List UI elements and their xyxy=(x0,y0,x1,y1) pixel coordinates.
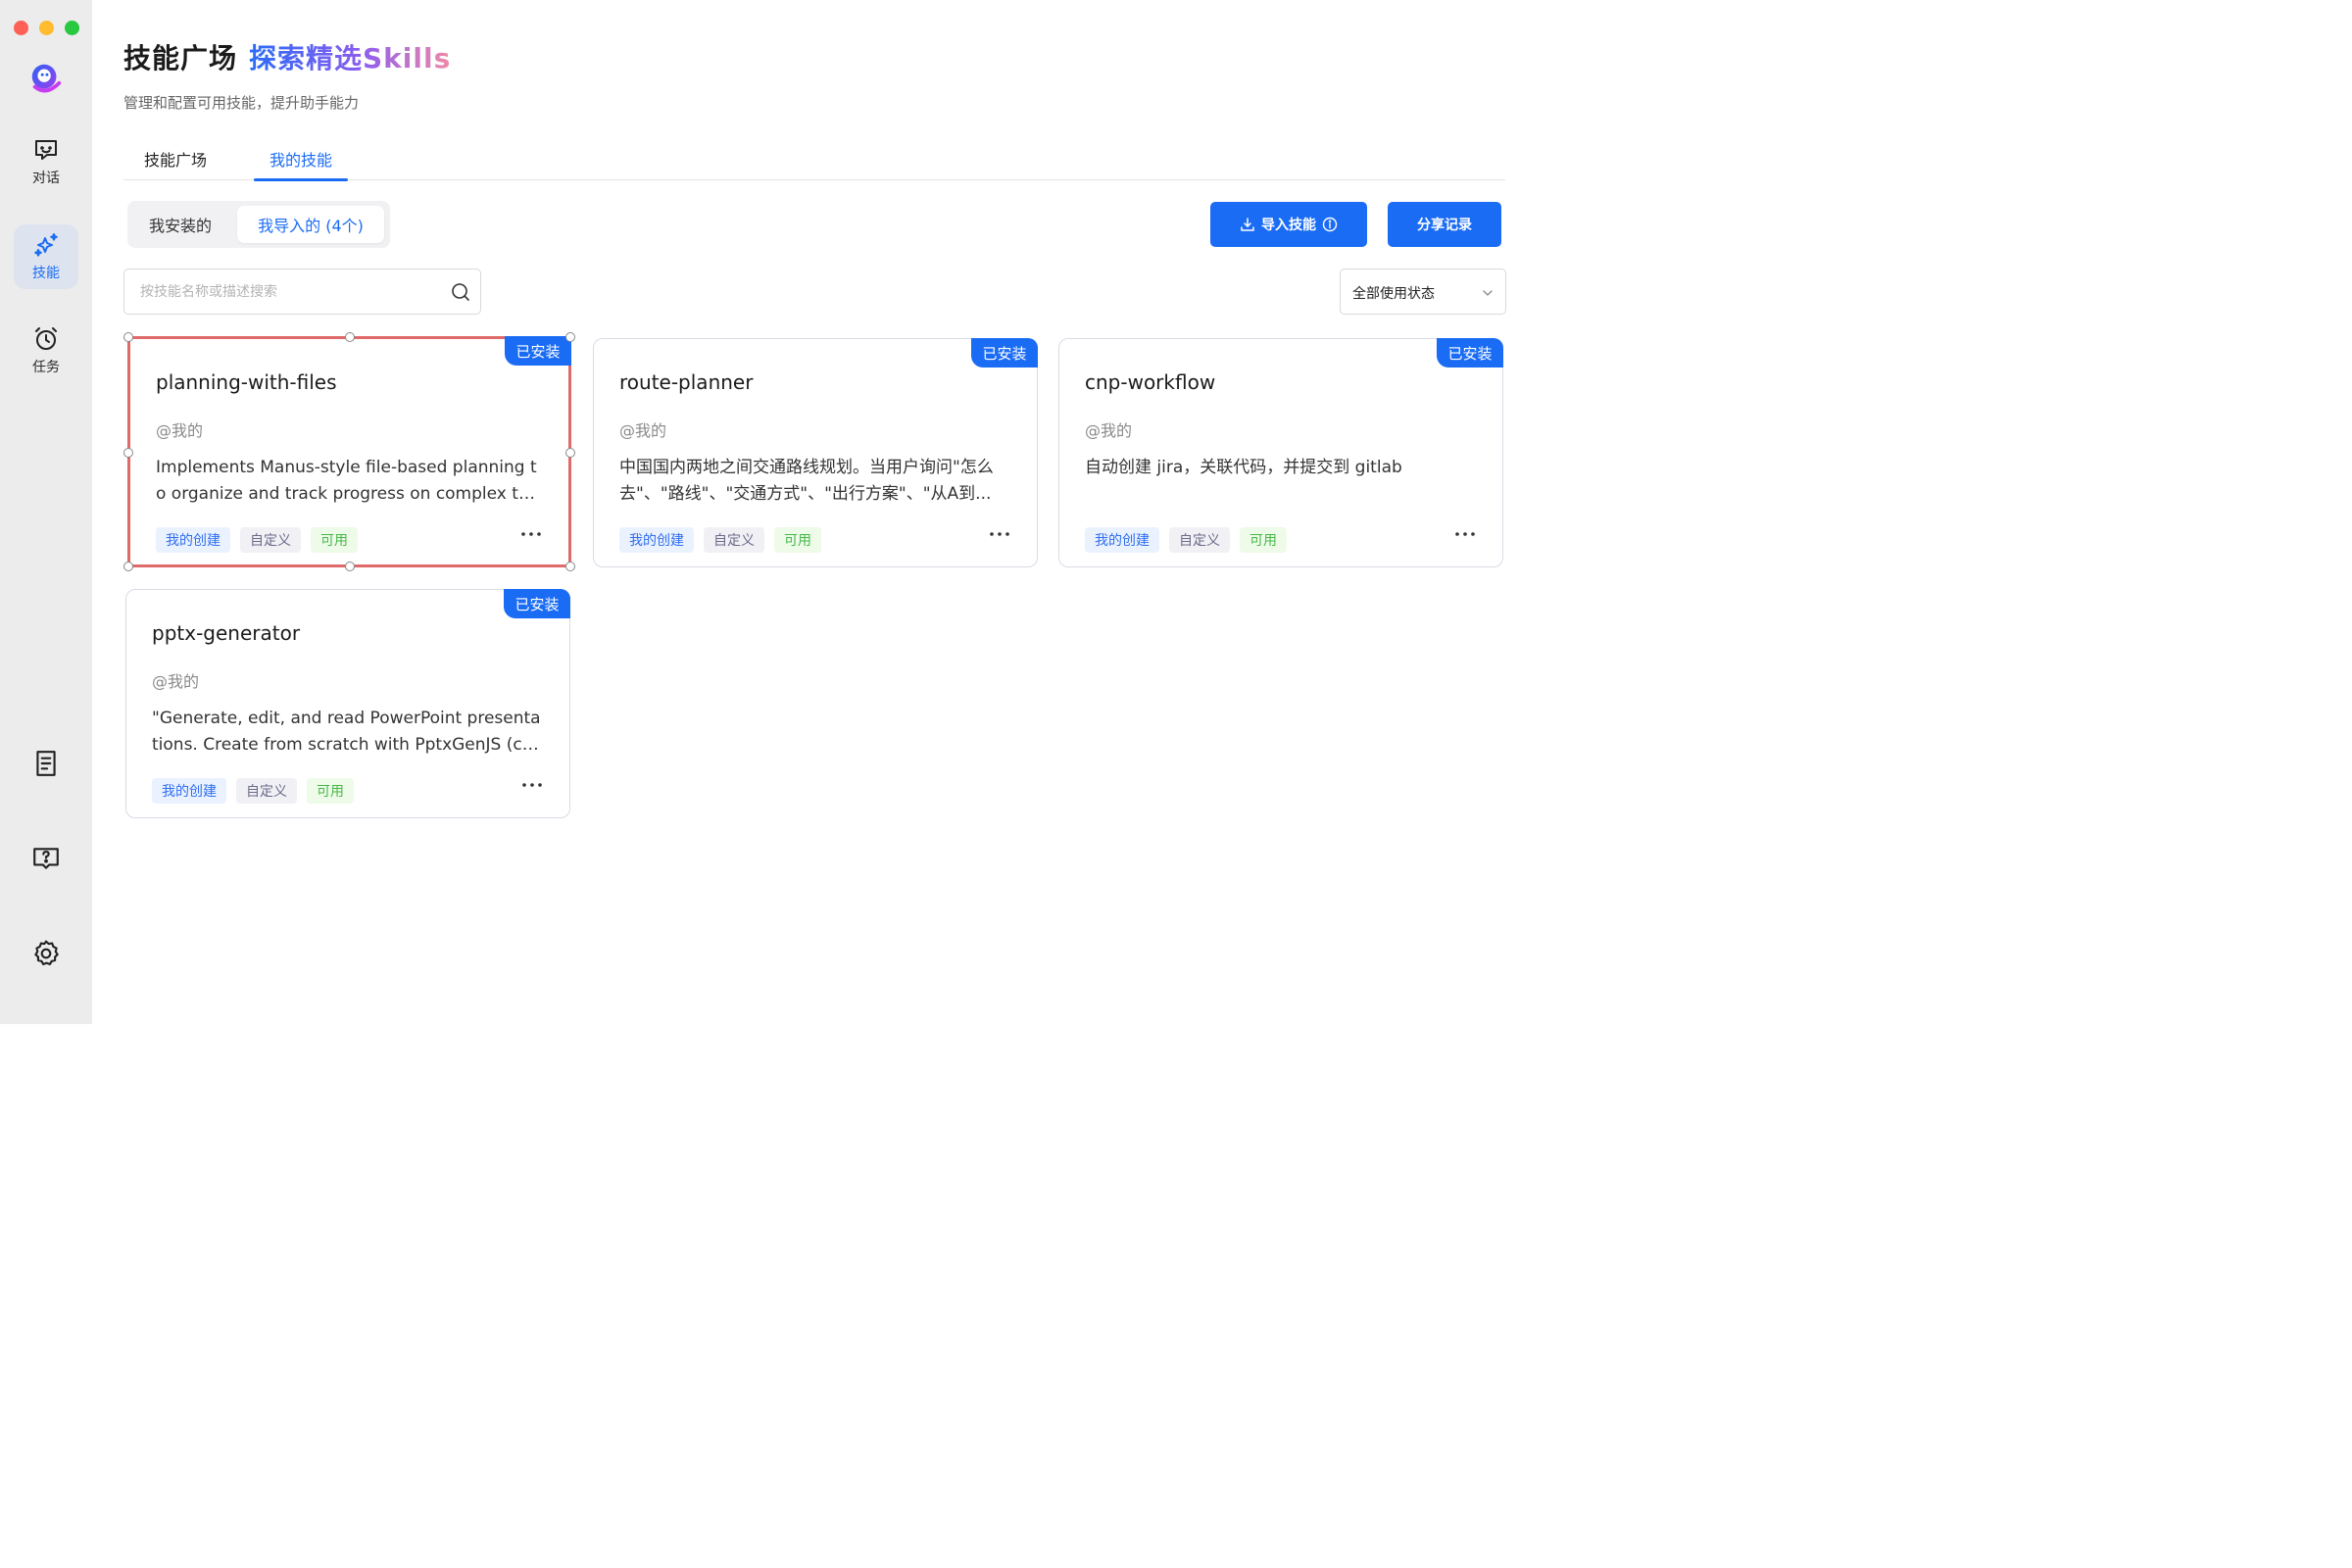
document-icon xyxy=(36,751,56,776)
import-skill-button[interactable]: 导入技能 xyxy=(1210,202,1367,247)
installed-badge: 已安装 xyxy=(971,338,1038,368)
skill-card-title: route-planner xyxy=(619,370,754,394)
chat-icon xyxy=(35,140,57,160)
resize-handle[interactable] xyxy=(565,448,575,458)
sparkle-icon xyxy=(34,233,58,257)
more-options-icon[interactable] xyxy=(520,778,544,792)
sidebar-item-skills[interactable]: 技能 xyxy=(14,224,78,289)
chevron-down-icon xyxy=(1483,290,1493,296)
tag-custom: 自定义 xyxy=(704,527,764,553)
alarm-clock-icon xyxy=(35,327,57,350)
skill-card-title: pptx-generator xyxy=(152,621,301,645)
share-history-button[interactable]: 分享记录 xyxy=(1388,202,1501,247)
download-icon xyxy=(1241,218,1254,231)
tag-my-creation: 我的创建 xyxy=(152,778,226,804)
tag-my-creation: 我的创建 xyxy=(1085,527,1159,553)
usage-status-select[interactable]: 全部使用状态 xyxy=(1340,269,1506,315)
resize-handle[interactable] xyxy=(123,448,133,458)
skill-card[interactable]: 已安装 cnp-workflow @我的 自动创建 jira，关联代码，并提交到… xyxy=(1058,338,1503,567)
resize-handle[interactable] xyxy=(565,562,575,571)
page-header: 技能广场 探索精选Skills xyxy=(123,37,451,76)
skill-card[interactable]: 已安装 planning-with-files @我的 Implements M… xyxy=(123,332,575,571)
skill-card-tags: 我的创建 自定义 可用 xyxy=(619,527,821,553)
skill-card-description: Implements Manus-style file-based planni… xyxy=(156,458,538,504)
search-box xyxy=(123,269,481,315)
skill-card-description: 中国国内两地之间交通路线规划。当用户询问"怎么去"、"路线"、"交通方式"、"出… xyxy=(619,458,994,504)
tag-custom: 自定义 xyxy=(1169,527,1230,553)
resize-handle[interactable] xyxy=(345,332,355,342)
skill-card-tags: 我的创建 自定义 可用 xyxy=(1085,527,1287,553)
sidebar-item-tasks[interactable]: 任务 xyxy=(14,318,78,383)
skill-card-tags: 我的创建 自定义 可用 xyxy=(152,778,354,804)
sidebar-item-label: 任务 xyxy=(32,360,60,375)
segment-imported[interactable]: 我导入的 (4个) xyxy=(237,206,384,243)
sidebar-help-button[interactable] xyxy=(28,841,64,876)
tag-available: 可用 xyxy=(311,527,358,553)
page-subtitle: 管理和配置可用技能，提升助手能力 xyxy=(123,94,360,112)
sidebar-item-label: 对话 xyxy=(32,171,60,186)
more-options-icon[interactable] xyxy=(988,527,1011,541)
sidebar: 对话 技能 任务 xyxy=(0,0,92,1024)
window-zoom-button[interactable] xyxy=(65,21,79,35)
skill-card-description: "Generate, edit, and read PowerPoint pre… xyxy=(152,709,541,755)
search-icon[interactable] xyxy=(451,282,470,302)
skill-card[interactable]: 已安装 pptx-generator @我的 "Generate, edit, … xyxy=(125,589,570,818)
segmented-control: 我安装的 我导入的 (4个) xyxy=(127,201,390,248)
tab-my-skills[interactable]: 我的技能 xyxy=(254,147,349,181)
installed-badge: 已安装 xyxy=(504,589,570,618)
usage-status-value: 全部使用状态 xyxy=(1352,286,1435,302)
skill-card-tags: 我的创建 自定义 可用 xyxy=(156,527,358,553)
tag-my-creation: 我的创建 xyxy=(619,527,694,553)
tag-available: 可用 xyxy=(1240,527,1287,553)
skill-card-title: cnp-workflow xyxy=(1085,370,1216,394)
skill-card-author: @我的 xyxy=(152,672,200,691)
sidebar-item-label: 技能 xyxy=(32,266,60,281)
tag-custom: 自定义 xyxy=(236,778,297,804)
skill-card-title: planning-with-files xyxy=(156,370,337,394)
app-logo-icon xyxy=(31,64,62,93)
skill-card-author: @我的 xyxy=(619,421,667,440)
more-options-icon[interactable] xyxy=(1453,527,1477,541)
main-content: 技能广场 探索精选Skills 管理和配置可用技能，提升助手能力 技能广场 我的… xyxy=(92,0,1537,1024)
sidebar-item-chat[interactable]: 对话 xyxy=(14,129,78,194)
tab-bar: 技能广场 我的技能 xyxy=(123,137,1505,181)
installed-badge: 已安装 xyxy=(1437,338,1503,368)
import-skill-label: 导入技能 xyxy=(1261,218,1316,233)
resize-handle[interactable] xyxy=(345,562,355,571)
skill-card-author: @我的 xyxy=(1085,421,1133,440)
installed-badge: 已安装 xyxy=(505,336,571,366)
tag-my-creation: 我的创建 xyxy=(156,527,230,553)
help-icon xyxy=(33,848,59,869)
skill-card-description: 自动创建 jira，关联代码，并提交到 gitlab xyxy=(1085,458,1402,477)
info-icon[interactable] xyxy=(1322,217,1338,232)
skill-card[interactable]: 已安装 route-planner @我的 中国国内两地之间交通路线规划。当用户… xyxy=(593,338,1038,567)
window-close-button[interactable] xyxy=(14,21,28,35)
sidebar-docs-button[interactable] xyxy=(28,746,64,781)
search-input[interactable] xyxy=(140,270,444,314)
page-title-accent: 探索精选Skills xyxy=(249,37,451,76)
tab-skill-square[interactable]: 技能广场 xyxy=(128,147,222,180)
page-title: 技能广场 xyxy=(123,42,238,74)
sidebar-settings-button[interactable] xyxy=(28,936,64,971)
resize-handle[interactable] xyxy=(123,562,133,571)
gear-icon xyxy=(34,940,59,965)
window-minimize-button[interactable] xyxy=(39,21,54,35)
resize-handle[interactable] xyxy=(565,332,575,342)
tag-available: 可用 xyxy=(774,527,821,553)
more-options-icon[interactable] xyxy=(519,527,543,541)
skill-card-author: @我的 xyxy=(156,421,204,440)
segment-installed[interactable]: 我安装的 xyxy=(149,206,212,243)
resize-handle[interactable] xyxy=(123,332,133,342)
tag-available: 可用 xyxy=(307,778,354,804)
tag-custom: 自定义 xyxy=(240,527,301,553)
